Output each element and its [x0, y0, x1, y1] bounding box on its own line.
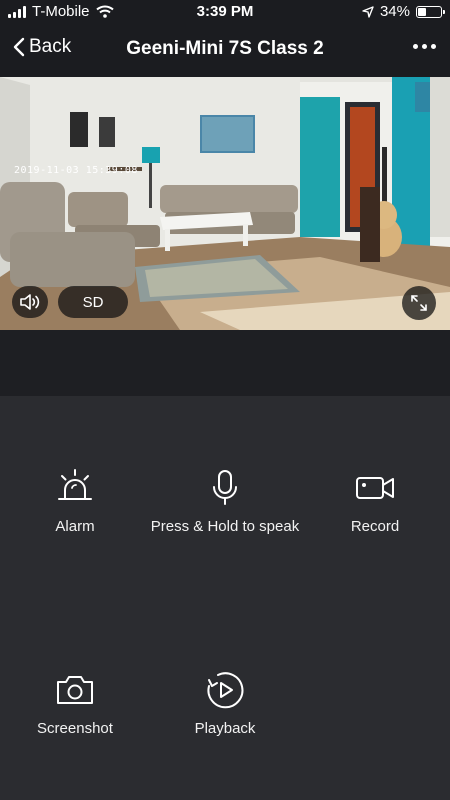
alarm-siren-icon — [55, 468, 95, 508]
quality-label: SD — [82, 293, 104, 311]
video-timestamp: 2019-11-03 15:39:08 — [14, 165, 138, 176]
screenshot-label: Screenshot — [37, 720, 113, 737]
alarm-label: Alarm — [55, 518, 95, 535]
status-right: 34% — [362, 3, 445, 20]
alarm-button[interactable]: Alarm — [35, 468, 115, 535]
press-to-speak-button[interactable]: Press & Hold to speak — [145, 468, 305, 535]
video-camera-icon — [355, 468, 395, 508]
playback-label: Playback — [194, 720, 256, 737]
more-dots-icon[interactable] — [413, 44, 436, 49]
fullscreen-icon — [411, 295, 427, 311]
fullscreen-button[interactable] — [402, 286, 436, 320]
battery-icon — [416, 5, 445, 18]
battery-fill — [418, 7, 427, 16]
video-spacer — [0, 330, 450, 396]
record-button[interactable]: Record — [335, 468, 415, 535]
chevron-left-icon — [13, 37, 25, 57]
speak-label: Press & Hold to speak — [150, 518, 300, 535]
location-arrow-icon — [362, 5, 374, 18]
back-label: Back — [29, 36, 72, 57]
playback-button[interactable]: Playback — [180, 670, 270, 737]
record-label: Record — [350, 518, 400, 535]
speaker-button[interactable] — [12, 286, 48, 318]
back-button[interactable]: Back — [12, 36, 71, 58]
quality-sd-button[interactable]: SD — [58, 286, 128, 318]
speaker-icon — [20, 294, 40, 310]
camera-icon — [55, 670, 95, 710]
microphone-icon — [205, 468, 245, 508]
control-panel: Alarm Press & Hold to speak Record Scree… — [0, 396, 450, 800]
nav-bar: Back Geeni-Mini 7S Class 2 — [0, 24, 450, 77]
status-bar: T-Mobile 3:39 PM 34% — [0, 0, 450, 24]
screenshot-button[interactable]: Screenshot — [30, 670, 120, 737]
battery-percent: 34% — [379, 3, 410, 20]
playback-icon — [205, 670, 245, 710]
